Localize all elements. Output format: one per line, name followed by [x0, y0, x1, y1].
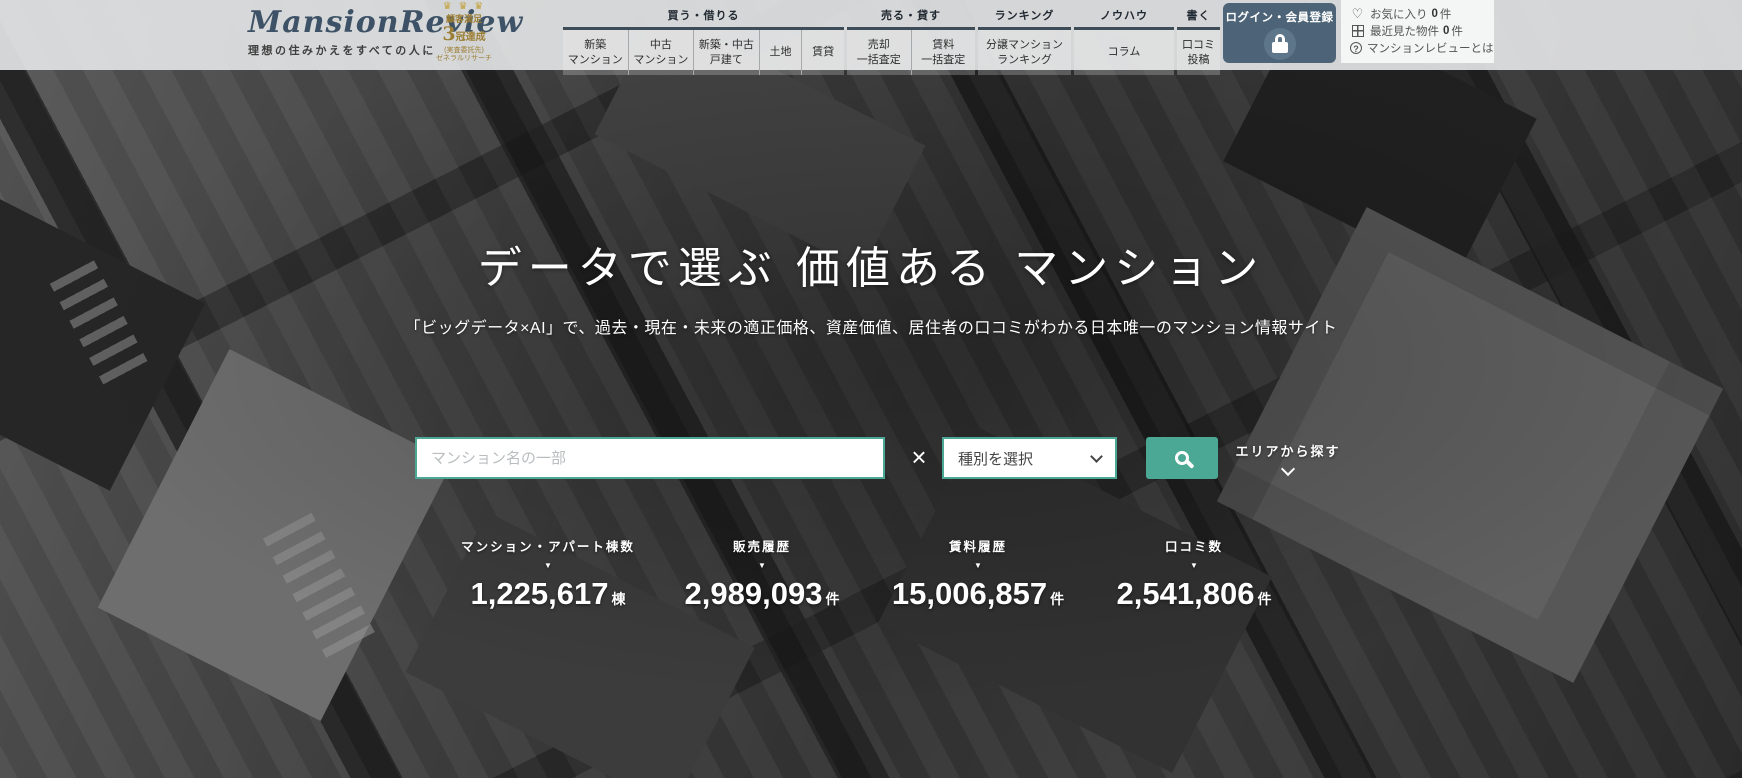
- chevron-down-icon: [1281, 462, 1295, 476]
- triangle-down-icon: ▼: [858, 562, 1098, 570]
- nav-item-houses[interactable]: 新築・中古 戸建て: [693, 30, 759, 75]
- hero-headline: データで選ぶ 価値ある マンション: [0, 232, 1742, 296]
- nav-group-label: 買う・借りる: [563, 0, 844, 27]
- property-type-select[interactable]: 種別を選択: [942, 437, 1117, 479]
- stat-review-count: 口コミ数 ▼ 2,541,806件: [1074, 536, 1314, 612]
- nav-item-used-mansion[interactable]: 中古 マンション: [628, 30, 694, 75]
- stat-value: 2,541,806件: [1074, 576, 1314, 612]
- triangle-down-icon: ▼: [1074, 562, 1314, 570]
- recently-viewed-unit: 件: [1451, 23, 1463, 39]
- search-button[interactable]: [1146, 437, 1218, 479]
- nav-item-land[interactable]: 土地: [759, 30, 802, 75]
- login-register-button[interactable]: ログイン・会員登録: [1223, 3, 1336, 63]
- badge-text: ゼネラルリサーチ: [424, 55, 504, 63]
- nav-item-sell-appraisal[interactable]: 売却 一括査定: [847, 30, 911, 75]
- chevron-down-icon: [1090, 450, 1103, 463]
- search-by-area-label: エリアから探す: [1228, 441, 1348, 460]
- login-register-label: ログイン・会員登録: [1223, 9, 1336, 25]
- favorites-count: 0: [1432, 8, 1438, 20]
- favorites-unit: 件: [1440, 6, 1452, 22]
- stat-label: 口コミ数: [1074, 536, 1314, 555]
- stat-unit: 棟: [611, 591, 625, 607]
- nav-group-label: ランキング: [978, 0, 1071, 27]
- property-type-value: 種別を選択: [958, 448, 1033, 469]
- nav-item-mansion-ranking[interactable]: 分譲マンション ランキング: [978, 30, 1071, 75]
- nav-group-sell-lease: 売る・貸す 売却 一括査定 賃料 一括査定: [847, 0, 975, 70]
- hero-background-photo: [0, 0, 1742, 778]
- stat-label: 販売履歴: [642, 536, 882, 555]
- bg-dark-overlay: [0, 0, 1742, 778]
- stat-building-count: マンション・アパート棟数 ▼ 1,225,617棟: [428, 536, 668, 612]
- stat-sales-history: 販売履歴 ▼ 2,989,093件: [642, 536, 882, 612]
- mansion-name-search-input[interactable]: [415, 437, 885, 479]
- hero-subheadline: 「ビッグデータ×AI」で、過去・現在・未来の適正価格、資産価値、居住者の口コミが…: [0, 314, 1742, 338]
- nav-group-buy-rent: 買う・借りる 新築 マンション 中古 マンション 新築・中古 戸建て 土地 賃貸: [563, 0, 844, 70]
- triangle-down-icon: ▼: [428, 562, 668, 570]
- nav-group-ranking: ランキング 分譲マンション ランキング: [978, 0, 1071, 70]
- stat-unit: 件: [1050, 591, 1064, 607]
- user-panel: ♡ お気に入り 0 件 最近見た物件 0 件 ? マンションレビューとは: [1341, 0, 1494, 63]
- nav-group-write: 書く 口コミ 投稿: [1177, 0, 1220, 70]
- badge-text: (実査委託先): [424, 47, 504, 55]
- building-icon: [1350, 25, 1365, 37]
- search-by-area-link[interactable]: エリアから探す: [1228, 441, 1348, 474]
- triangle-down-icon: ▼: [642, 562, 882, 570]
- nav-item-new-mansion[interactable]: 新築 マンション: [563, 30, 628, 75]
- stat-unit: 件: [1257, 591, 1271, 607]
- nav-item-column[interactable]: コラム: [1074, 30, 1174, 75]
- badge-number: 3: [442, 23, 455, 45]
- stat-rent-history: 賃料履歴 ▼ 15,006,857件: [858, 536, 1098, 612]
- lock-icon: [1264, 28, 1296, 60]
- nav-item-rent-appraisal[interactable]: 賃料 一括査定: [911, 30, 976, 75]
- badge-text: 3冠達成: [424, 24, 504, 46]
- stat-unit: 件: [825, 591, 839, 607]
- about-label: マンションレビューとは: [1367, 40, 1494, 56]
- favorites-label: お気に入り: [1370, 6, 1428, 22]
- nav-group-label: 売る・貸す: [847, 0, 975, 27]
- favorites-link[interactable]: ♡ お気に入り 0 件: [1350, 5, 1485, 22]
- nav-group-label: 書く: [1177, 0, 1220, 27]
- stat-value: 15,006,857件: [858, 576, 1098, 612]
- nav-group-knowhow: ノウハウ コラム: [1074, 0, 1174, 70]
- stat-label: 賃料履歴: [858, 536, 1098, 555]
- badge-text: 冠達成: [456, 32, 486, 43]
- stat-label: マンション・アパート棟数: [428, 536, 668, 555]
- heart-icon: ♡: [1350, 6, 1365, 22]
- nav-group-label: ノウハウ: [1074, 0, 1174, 27]
- recently-viewed-link[interactable]: 最近見た物件 0 件: [1350, 22, 1485, 39]
- stat-value: 2,989,093件: [642, 576, 882, 612]
- crowns-icon: ♛ ♛ ♛: [424, 1, 504, 13]
- search-icon: [1175, 451, 1189, 465]
- site-header: MansionReview 理想の住みかえをすべての人に ♛ ♛ ♛ 顧客満足 …: [0, 0, 1742, 70]
- question-icon: ?: [1350, 42, 1362, 54]
- about-link[interactable]: ? マンションレビューとは: [1350, 39, 1485, 56]
- nav-item-review-post[interactable]: 口コミ 投稿: [1177, 30, 1220, 75]
- stat-value: 1,225,617棟: [428, 576, 668, 612]
- badge-text: 顧客満足: [424, 14, 504, 24]
- recently-viewed-label: 最近見た物件: [1370, 23, 1439, 39]
- page: MansionReview 理想の住みかえをすべての人に ♛ ♛ ♛ 顧客満足 …: [0, 0, 1742, 778]
- recently-viewed-count: 0: [1443, 25, 1449, 37]
- award-badge: ♛ ♛ ♛ 顧客満足 3冠達成 (実査委託先) ゼネラルリサーチ: [424, 1, 504, 63]
- nav-item-rental[interactable]: 賃貸: [801, 30, 844, 75]
- search-separator: ×: [903, 436, 935, 478]
